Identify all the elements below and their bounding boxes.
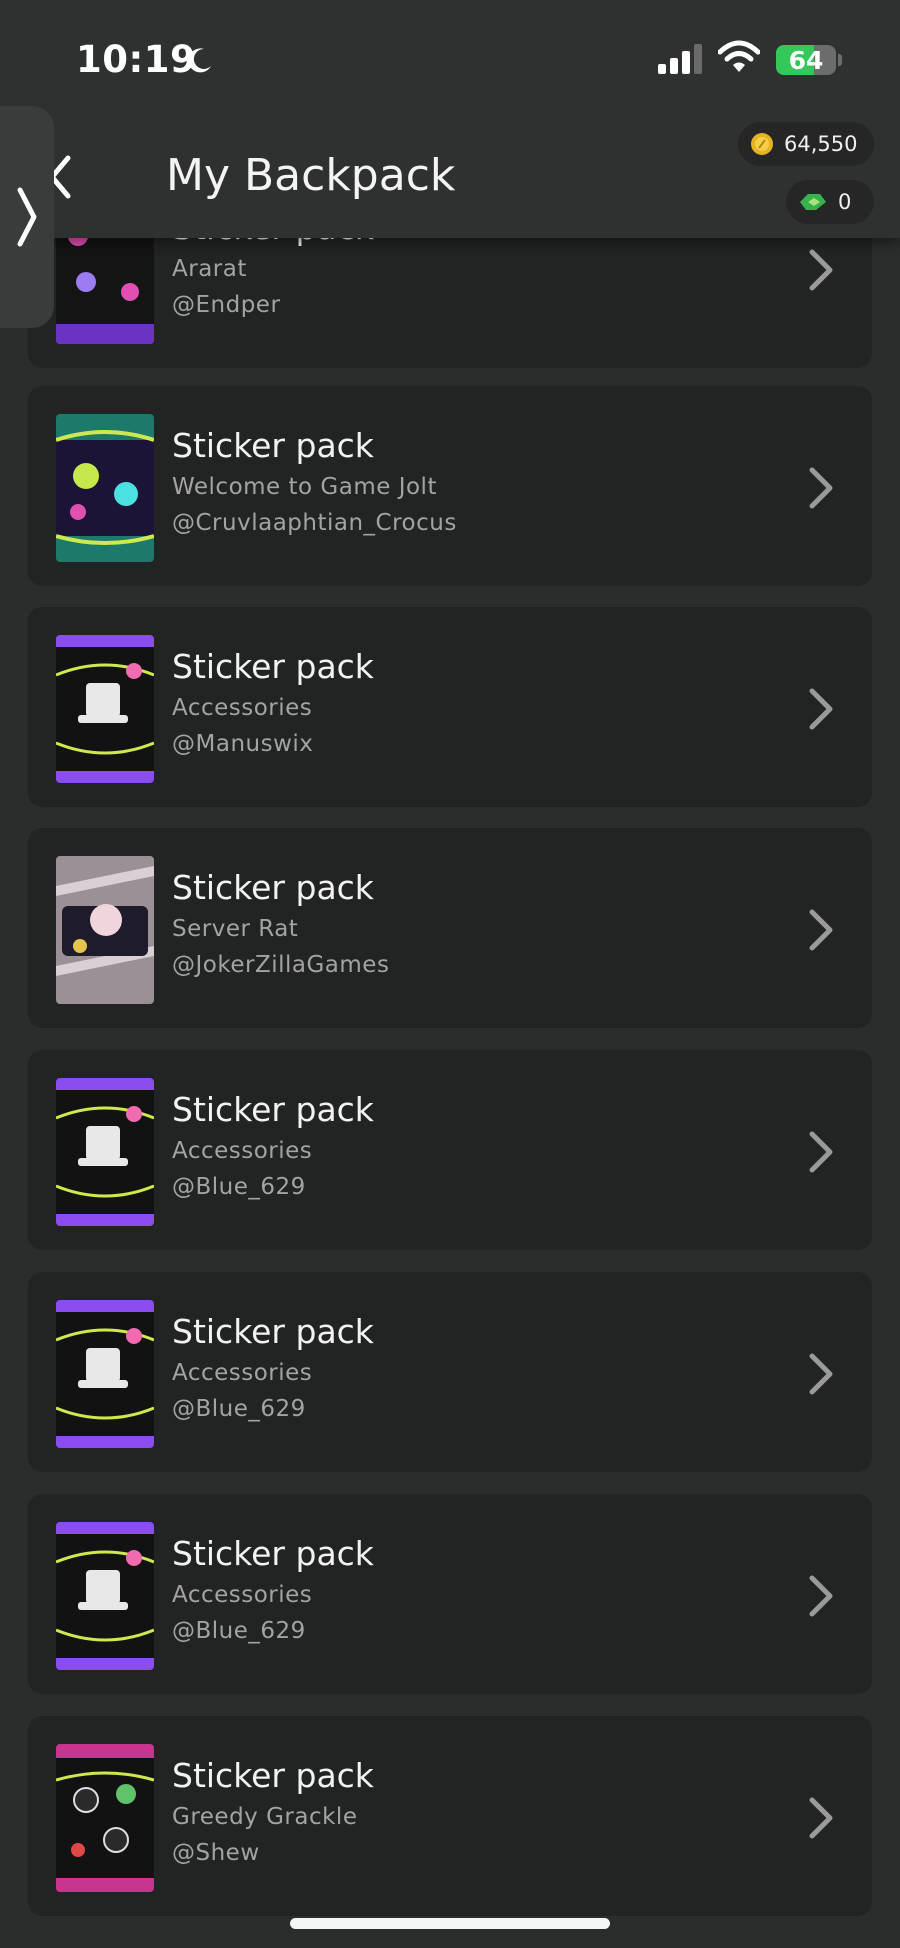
pack-title: Sticker pack (172, 1534, 374, 1573)
status-time: 10:19 (76, 38, 197, 81)
app-header: My Backpack 64,550 0 (0, 110, 900, 238)
gem-icon (800, 194, 826, 210)
chevron-right-icon (809, 1797, 833, 1839)
pack-name: Accessories (172, 1360, 313, 1386)
sticker-pack-image (56, 414, 154, 562)
pack-author: @Cruvlaaphtian_Crocus (172, 510, 457, 536)
pack-title: Sticker pack (172, 647, 374, 686)
pack-name: Ararat (172, 256, 247, 282)
pack-name: Accessories (172, 1582, 313, 1608)
sticker-pack-row[interactable]: Sticker pack Server Rat @JokerZillaGames (28, 828, 872, 1028)
pack-name: Server Rat (172, 916, 299, 942)
battery-icon: 64 (776, 45, 836, 75)
chevron-right-icon (809, 909, 833, 951)
pack-name: Accessories (172, 1138, 313, 1164)
battery-level: 64 (788, 46, 824, 75)
sticker-pack-image (56, 1522, 154, 1670)
wifi-icon (718, 40, 760, 72)
pack-author: @Shew (172, 1840, 260, 1866)
sticker-pack-row[interactable]: Sticker pack Accessories @Manuswix (28, 607, 872, 807)
gem-count: 0 (838, 190, 852, 214)
pack-author: @Blue_629 (172, 1396, 306, 1422)
status-bar: 10:19 64 (0, 0, 900, 110)
home-indicator (290, 1918, 610, 1929)
sticker-pack-image (56, 856, 154, 1004)
pack-author: @Manuswix (172, 731, 314, 757)
pack-name: Welcome to Game Jolt (172, 474, 437, 500)
pack-author: @JokerZillaGames (172, 952, 390, 978)
chevron-right-icon (17, 187, 37, 247)
chevron-right-icon (809, 1131, 833, 1173)
sticker-pack-row[interactable]: Sticker pack Accessories @Blue_629 (28, 1272, 872, 1472)
battery-cap (838, 54, 842, 66)
pack-title: Sticker pack (172, 868, 374, 907)
pack-name: Accessories (172, 695, 313, 721)
sticker-pack-image (56, 1744, 154, 1892)
coin-icon (751, 133, 773, 155)
coin-balance[interactable]: 64,550 (738, 122, 874, 166)
chevron-right-icon (809, 467, 833, 509)
pack-author: @Blue_629 (172, 1618, 306, 1644)
chevron-right-icon (809, 688, 833, 730)
pack-author: @Blue_629 (172, 1174, 306, 1200)
sticker-pack-image (56, 1300, 154, 1448)
pack-name: Greedy Grackle (172, 1804, 358, 1830)
gem-balance[interactable]: 0 (786, 180, 874, 224)
signal-icon (658, 44, 702, 74)
pack-title: Sticker pack (172, 1756, 374, 1795)
moon-icon (188, 48, 211, 73)
sticker-pack-row[interactable]: Sticker pack Greedy Grackle @Shew (28, 1716, 872, 1916)
pack-title: Sticker pack (172, 1090, 374, 1129)
sticker-pack-row[interactable]: Sticker pack Accessories @Blue_629 (28, 1494, 872, 1694)
sticker-pack-image (56, 1078, 154, 1226)
sticker-pack-image (56, 635, 154, 783)
page-title: My Backpack (166, 150, 456, 201)
chevron-right-icon (809, 1353, 833, 1395)
pack-author: @Endper (172, 292, 281, 318)
sticker-pack-row[interactable]: Sticker pack Welcome to Game Jolt @Cruvl… (28, 386, 872, 586)
sticker-pack-row[interactable]: Sticker pack Accessories @Blue_629 (28, 1050, 872, 1250)
chevron-right-icon (809, 249, 833, 291)
pack-title: Sticker pack (172, 1312, 374, 1351)
chevron-right-icon (809, 1575, 833, 1617)
side-drawer-tab[interactable] (0, 106, 54, 328)
coin-count: 64,550 (784, 132, 858, 156)
pack-title: Sticker pack (172, 426, 374, 465)
